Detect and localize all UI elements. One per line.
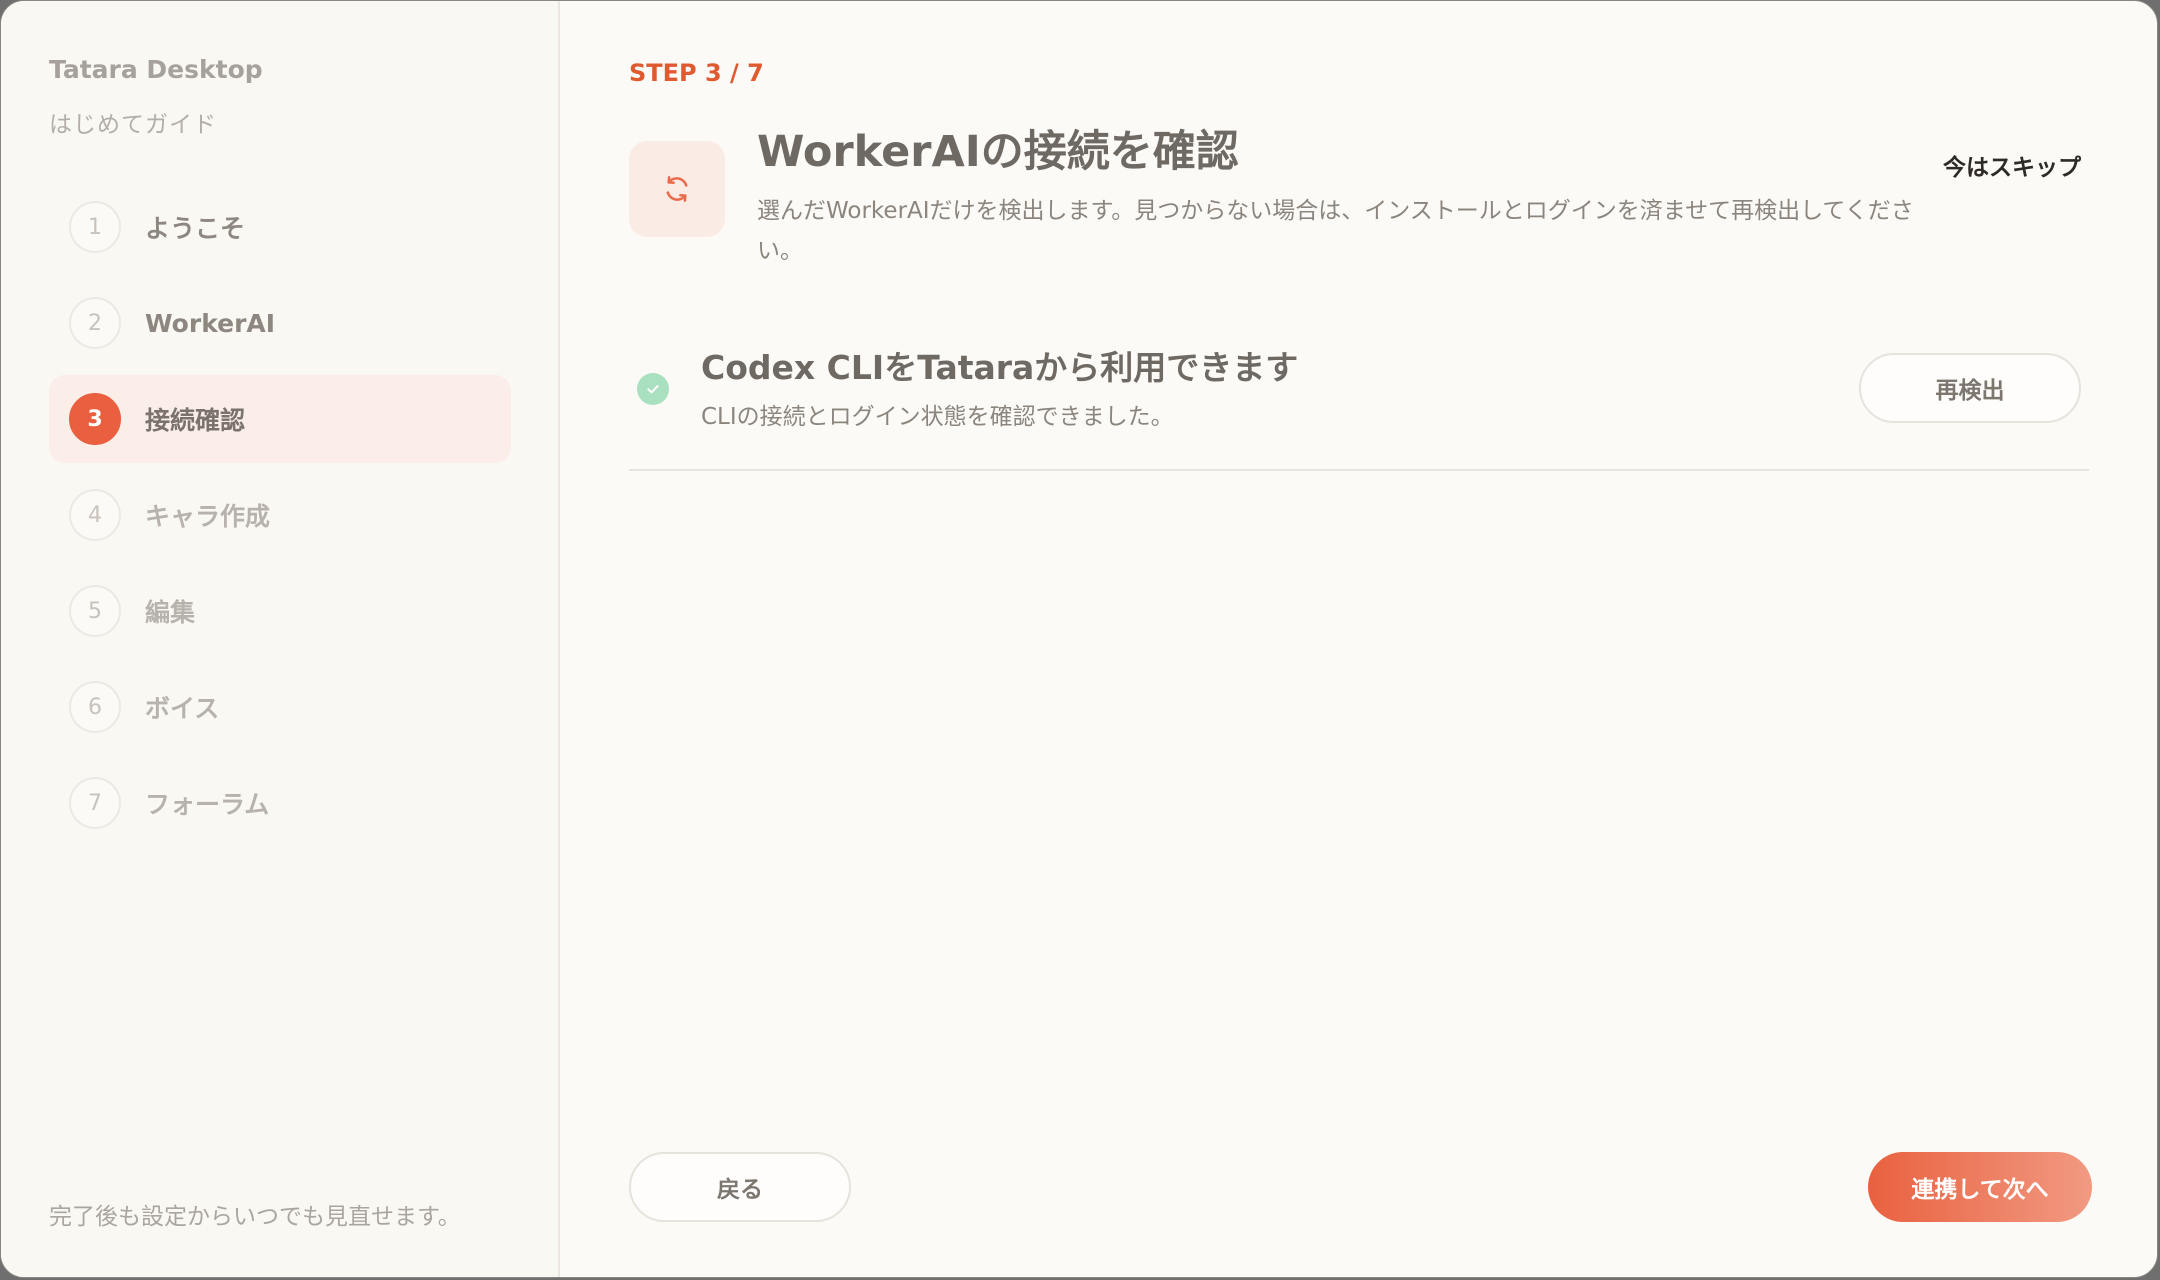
nav-item-forum[interactable]: 7 フォーラム xyxy=(49,759,511,847)
connection-status: Codex CLIをTataraから利用できます CLIの接続とログイン状態を確… xyxy=(629,331,2089,471)
nav-label: ボイス xyxy=(145,694,220,723)
app-window: Tatara Desktop はじめてガイド 1 ようこそ 2 WorkerAI… xyxy=(0,0,2158,1278)
page-title: WorkerAIの接続を確認 xyxy=(757,127,1239,177)
step-number: 5 xyxy=(69,585,121,637)
status-title: Codex CLIをTataraから利用できます xyxy=(701,348,1299,387)
step-number: 6 xyxy=(69,681,121,733)
status-subtitle: CLIの接続とログイン状態を確認できました。 xyxy=(701,404,1174,430)
nav-item-edit[interactable]: 5 編集 xyxy=(49,567,511,655)
recheck-button[interactable]: 再検出 xyxy=(1859,353,2081,423)
nav-label: フォーラム xyxy=(145,790,270,819)
nav-item-welcome[interactable]: 1 ようこそ xyxy=(49,183,511,271)
nav-label: 接続確認 xyxy=(145,406,246,435)
step-number: 3 xyxy=(69,393,121,445)
step-number: 7 xyxy=(69,777,121,829)
main-panel: STEP 3 / 7 今はスキップ WorkerAIの接続を確認 選んだWork… xyxy=(562,1,2157,1277)
skip-button[interactable]: 今はスキップ xyxy=(1943,148,2081,182)
nav-item-voice[interactable]: 6 ボイス xyxy=(49,663,511,751)
refresh-icon xyxy=(629,141,725,237)
connect-next-button[interactable]: 連携して次へ xyxy=(1868,1152,2092,1222)
page-description: 選んだWorkerAIだけを検出します。見つからない場合は、インストールとログイ… xyxy=(757,198,1914,264)
back-button[interactable]: 戻る xyxy=(629,1152,851,1222)
sidebar: Tatara Desktop はじめてガイド 1 ようこそ 2 WorkerAI… xyxy=(1,1,560,1277)
nav-label: キャラ作成 xyxy=(145,502,271,531)
app-name: Tatara Desktop xyxy=(49,55,263,84)
check-icon xyxy=(637,373,669,405)
step-nav: 1 ようこそ 2 WorkerAI 3 接続確認 4 キャラ作成 5 編集 6 … xyxy=(49,183,511,855)
step-number: 2 xyxy=(69,297,121,349)
step-indicator: STEP 3 / 7 xyxy=(629,59,764,87)
sidebar-footnote: 完了後も設定からいつでも見直せます。 xyxy=(49,1204,461,1230)
nav-item-workerai[interactable]: 2 WorkerAI xyxy=(49,279,511,367)
step-number: 4 xyxy=(69,489,121,541)
guide-subtitle: はじめてガイド xyxy=(49,112,217,138)
nav-label: ようこそ xyxy=(145,214,246,243)
nav-item-character[interactable]: 4 キャラ作成 xyxy=(49,471,511,559)
step-number: 1 xyxy=(69,201,121,253)
nav-label: WorkerAI xyxy=(145,308,276,338)
nav-label: 編集 xyxy=(145,598,196,627)
nav-item-connection-check[interactable]: 3 接続確認 xyxy=(49,375,511,463)
